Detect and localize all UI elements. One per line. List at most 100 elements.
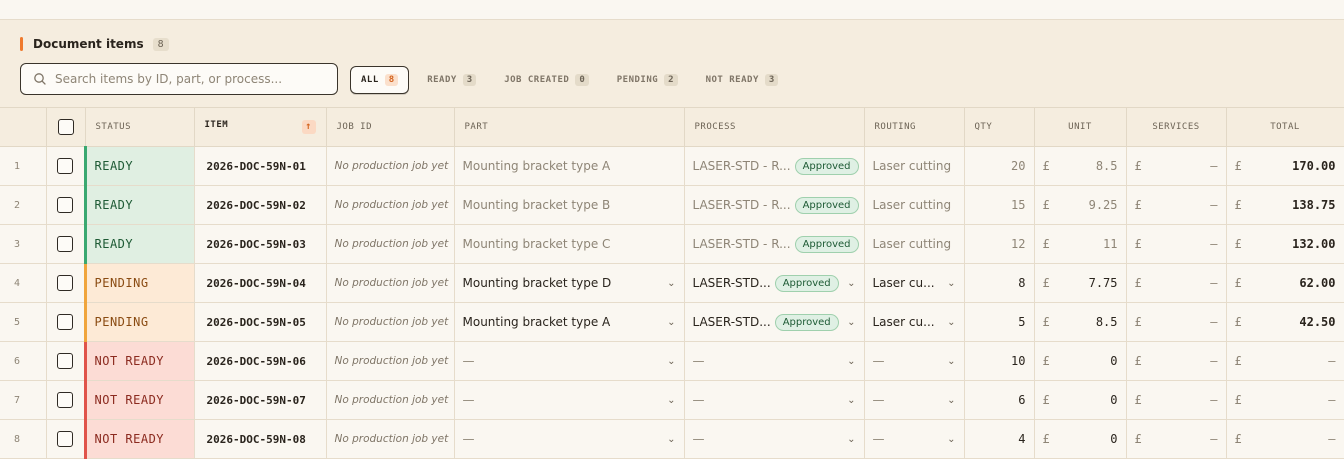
table-row[interactable]: 2 READY 2026-DOC-59N-02 No production jo… [0,185,1344,225]
routing-header[interactable]: ROUTING [864,107,965,147]
process-select[interactable]: — ⌄ [684,341,865,381]
process-value: — [692,354,705,368]
rownum-header [0,107,47,147]
process-cell: LASER-STD - R... Approved [684,146,865,186]
table-row[interactable]: 3 READY 2026-DOC-59N-03 No production jo… [0,224,1344,264]
row-select-cell [46,419,86,459]
search-input[interactable] [53,71,337,87]
filter-count: 3 [462,74,477,86]
part-select[interactable]: — ⌄ [454,380,685,420]
part-select[interactable]: Mounting bracket type D ⌄ [454,263,685,303]
item-id: 2026-DOC-59N-08 [194,419,327,459]
currency-symbol: £ [1042,237,1050,251]
table-row[interactable]: 5 PENDING 2026-DOC-59N-05 No production … [0,302,1344,342]
job-id-header[interactable]: JOB ID [326,107,455,147]
filter-count: 2 [664,74,678,86]
table-row[interactable]: 4 PENDING 2026-DOC-59N-04 No production … [0,263,1344,303]
routing-select[interactable]: — ⌄ [864,341,965,381]
unit-cell[interactable]: £0 [1034,341,1127,381]
total-header[interactable]: TOTAL [1226,107,1344,147]
services-cell: £ — [1126,146,1227,186]
filter-job-created[interactable]: JOB CREATED 0 [494,66,599,94]
total-cell: £ — [1226,380,1344,420]
unit-cell[interactable]: £0 [1034,380,1127,420]
sort-up-icon[interactable]: ↑ [301,120,316,134]
section-header: Document items 8 [20,37,169,51]
process-select[interactable]: LASER-STD... Approved ⌄ [684,263,865,303]
currency-symbol: £ [1042,354,1050,368]
currency-symbol: £ [1234,432,1242,446]
select-all-checkbox[interactable] [57,119,74,135]
item-header[interactable]: ITEM ↑ [194,107,327,147]
row-checkbox[interactable] [57,431,73,447]
status-cell: READY [83,146,195,186]
routing-select[interactable]: Laser cu... ⌄ [864,263,965,303]
process-select[interactable]: — ⌄ [684,380,865,420]
chevron-down-icon: ⌄ [667,277,676,289]
qty-value[interactable]: 6 [964,380,1035,420]
process-select[interactable]: — ⌄ [684,419,865,459]
table-row[interactable]: 6 NOT READY 2026-DOC-59N-06 No productio… [0,341,1344,381]
unit-value: 8.5 [1095,315,1118,329]
table-row[interactable]: 7 NOT READY 2026-DOC-59N-07 No productio… [0,380,1344,420]
services-value: — [1210,432,1218,446]
unit-cell[interactable]: £0 [1034,419,1127,459]
part-value: Mounting bracket type B [454,185,685,225]
routing-select[interactable]: — ⌄ [864,380,965,420]
process-value: LASER-STD... [692,315,771,329]
job-id: No production job yet [326,302,455,342]
part-value: — [462,354,475,368]
filter-ready[interactable]: READY 3 [417,66,486,94]
table-row[interactable]: 1 READY 2026-DOC-59N-01 No production jo… [0,146,1344,186]
part-value: Mounting bracket type C [454,224,685,264]
row-checkbox[interactable] [57,392,73,408]
qty-value[interactable]: 5 [964,302,1035,342]
filter-pending[interactable]: PENDING 2 [607,66,688,94]
services-value: — [1210,159,1218,173]
unit-value: 9.25 [1088,198,1118,212]
routing-select[interactable]: — ⌄ [864,419,965,459]
row-checkbox[interactable] [57,353,73,369]
qty-value[interactable]: 8 [964,263,1035,303]
part-select[interactable]: Mounting bracket type A ⌄ [454,302,685,342]
filter-not-ready[interactable]: NOT READY 3 [696,66,789,94]
services-header[interactable]: SERVICES [1126,107,1227,147]
routing-value: Laser cutting [864,224,965,264]
process-select[interactable]: LASER-STD... Approved ⌄ [684,302,865,342]
routing-value: Laser cu... [872,276,935,290]
row-checkbox[interactable] [57,275,73,291]
part-select[interactable]: — ⌄ [454,341,685,381]
process-header[interactable]: PROCESS [684,107,865,147]
row-checkbox[interactable] [57,158,73,174]
part-value: Mounting bracket type D [462,276,612,290]
search-box[interactable] [20,63,338,95]
total-value: 42.50 [1299,315,1336,329]
currency-symbol: £ [1042,432,1050,446]
part-select[interactable]: — ⌄ [454,419,685,459]
unit-cell: £8.5 [1034,146,1127,186]
row-checkbox[interactable] [57,236,73,252]
part-header[interactable]: PART [454,107,685,147]
table-row[interactable]: 8 NOT READY 2026-DOC-59N-08 No productio… [0,419,1344,459]
currency-symbol: £ [1234,198,1242,212]
chevron-down-icon: ⌄ [847,355,856,367]
currency-symbol: £ [1134,159,1142,173]
currency-symbol: £ [1042,198,1050,212]
approved-badge: Approved [794,235,859,253]
row-checkbox[interactable] [57,314,73,330]
routing-select[interactable]: Laser cu... ⌄ [864,302,965,342]
currency-symbol: £ [1134,432,1142,446]
filter-all[interactable]: ALL 8 [350,66,410,94]
filter-label: ALL [361,75,379,85]
currency-symbol: £ [1234,159,1242,173]
qty-value[interactable]: 4 [964,419,1035,459]
qty-header[interactable]: QTY [964,107,1035,147]
unit-cell[interactable]: £7.75 [1034,263,1127,303]
qty-value[interactable]: 10 [964,341,1035,381]
unit-cell[interactable]: £8.5 [1034,302,1127,342]
unit-cell: £11 [1034,224,1127,264]
status-header[interactable]: STATUS [85,107,195,147]
unit-header[interactable]: UNIT [1034,107,1127,147]
row-checkbox[interactable] [57,197,73,213]
chevron-down-icon: ⌄ [667,355,676,367]
